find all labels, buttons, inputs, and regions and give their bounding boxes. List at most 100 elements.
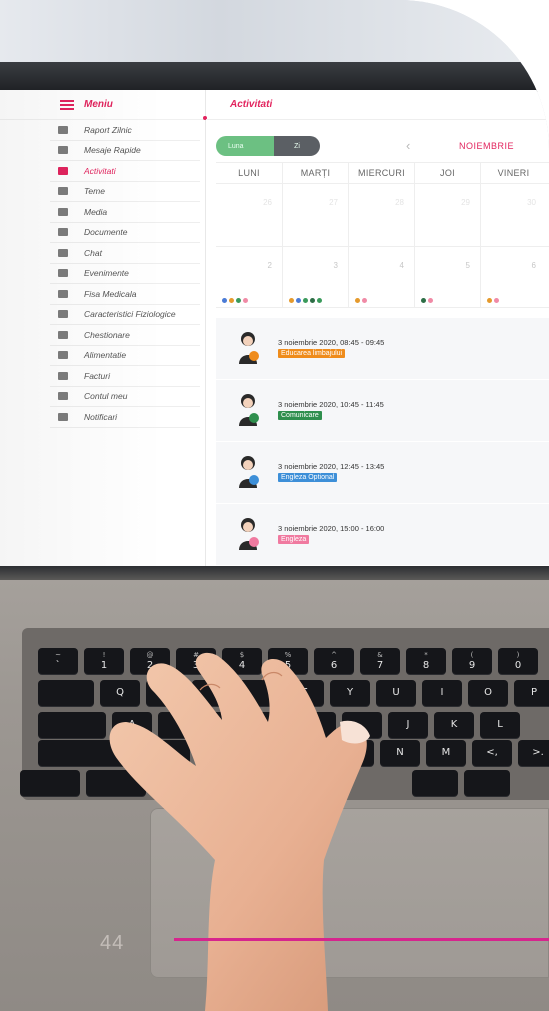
sidebar-item[interactable]: Chestionare (50, 325, 200, 346)
sidebar-item-label: Alimentatie (84, 350, 127, 361)
sidebar-item[interactable]: Contul meu (50, 387, 200, 407)
keyboard-key[interactable] (86, 770, 146, 796)
prev-month-icon[interactable]: ‹ (406, 138, 410, 153)
keyboard-key[interactable]: & 7 (360, 648, 400, 674)
sidebar-item[interactable]: Chat (50, 243, 200, 264)
sidebar-item[interactable]: Facturi (50, 366, 200, 387)
event-time: 3 noiembrie 2020, 15:00 - 16:00 (278, 524, 385, 533)
keyboard-key[interactable]: A (112, 712, 152, 738)
toggle-month[interactable]: Luna (216, 136, 274, 156)
keyboard-key[interactable] (146, 680, 186, 706)
hamburger-icon[interactable] (60, 100, 74, 110)
keyboard-key[interactable]: Y (330, 680, 370, 706)
calendar-day[interactable]: 2 (216, 247, 282, 307)
event-item[interactable]: 3 noiembrie 2020, 12:45 - 13:45 Engleza O… (216, 442, 549, 504)
laptop-screen: Meniu Raport Zilnic Mesaje Rapide Activita… (0, 90, 549, 568)
keyboard-key[interactable]: % 5 (268, 648, 308, 674)
calendar-day[interactable]: 30 (480, 184, 546, 246)
event-item[interactable]: 3 noiembrie 2020, 08:45 - 09:45 Educarea … (216, 318, 549, 380)
keyboard-key[interactable]: K (434, 712, 474, 738)
page-number: 44 (100, 932, 125, 954)
keyboard-key[interactable]: ^ 6 (314, 648, 354, 674)
sidebar-item[interactable]: Notificari (50, 407, 200, 428)
keyboard-key[interactable] (242, 740, 282, 766)
event-dots (421, 298, 435, 303)
event-item[interactable]: 3 noiembrie 2020, 15:00 - 16:00 Engleza (216, 504, 549, 566)
keyboard-key[interactable] (334, 740, 374, 766)
sidebar-item[interactable]: Mesaje Rapide (50, 141, 200, 161)
keyboard-key[interactable] (38, 680, 94, 706)
keyboard-key[interactable] (196, 740, 236, 766)
calendar-day[interactable]: 5 (414, 247, 480, 307)
event-tag: Comunicare (278, 411, 322, 420)
sidebar-item[interactable]: Activitati (50, 161, 200, 182)
day-number: 2 (267, 261, 272, 270)
keyboard-key[interactable] (192, 680, 232, 706)
sidebar-item[interactable]: Raport Zilnic (50, 120, 200, 141)
keyboard-key[interactable]: G (296, 712, 336, 738)
keyboard-key[interactable]: Q (100, 680, 140, 706)
keyboard-key[interactable] (288, 740, 328, 766)
keyboard-key[interactable]: L (480, 712, 520, 738)
child-speech-icon (239, 332, 259, 364)
sidebar-item[interactable]: Documente (50, 223, 200, 243)
keyboard-key[interactable]: ) 0 (498, 648, 538, 674)
view-toggle[interactable]: Luna Zi (216, 136, 320, 156)
event-dot (296, 298, 301, 303)
keyboard-key[interactable] (158, 712, 198, 738)
keyboard-key[interactable]: M (426, 740, 466, 766)
event-item[interactable]: 3 noiembrie 2020, 10:45 - 11:45 Comunicar… (216, 380, 549, 442)
keyboard-key[interactable]: #3 (176, 648, 216, 674)
calendar-day[interactable]: 27 (282, 184, 348, 246)
keyboard-key[interactable]: $4 (222, 648, 262, 674)
sidebar-item-label: Fisa Medicala (84, 288, 137, 299)
food-icon (56, 350, 70, 360)
keyboard-key[interactable]: @2 (130, 648, 170, 674)
keyboard-key[interactable]: U (376, 680, 416, 706)
keyboard-key[interactable] (412, 770, 458, 796)
toggle-day[interactable]: Zi (274, 136, 320, 156)
keyboard-key[interactable]: N (380, 740, 420, 766)
keyboard-key[interactable]: >. (518, 740, 549, 766)
sidebar-item[interactable]: Fisa Medicala (50, 284, 200, 305)
keyboard-key[interactable]: P (514, 680, 549, 706)
keyboard-key[interactable] (342, 712, 382, 738)
calendar-day[interactable]: 4 (348, 247, 414, 307)
keyboard-key[interactable] (250, 712, 290, 738)
sidebar-item[interactable]: Media (50, 202, 200, 223)
keyboard-key[interactable]: O (468, 680, 508, 706)
keyboard-key[interactable]: T (284, 680, 324, 706)
sidebar-item[interactable]: Caracteristici Fiziologice (50, 305, 200, 325)
calendar-day[interactable]: 3 (282, 247, 348, 307)
sidebar-item[interactable]: Alimentatie (50, 346, 200, 366)
trackpad[interactable] (150, 808, 549, 978)
keyboard-key[interactable]: ! 1 (84, 648, 124, 674)
keyboard-key[interactable] (238, 680, 278, 706)
keyboard-key[interactable]: I (422, 680, 462, 706)
keyboard-key[interactable]: * 8 (406, 648, 446, 674)
keyboard-key[interactable] (38, 712, 106, 738)
calendar-day[interactable]: 6 (480, 247, 546, 307)
calendar-day[interactable]: 29 (414, 184, 480, 246)
sidebar-item-label: Chat (84, 247, 102, 258)
event-tag: Educarea limbajului (278, 349, 346, 358)
calendar-day[interactable]: 26 (216, 184, 282, 246)
event-dot (421, 298, 426, 303)
keyboard-key[interactable]: (9 (452, 648, 492, 674)
event-dot (289, 298, 294, 303)
sidebar-item[interactable]: Evenimente (50, 264, 200, 284)
keyboard-key[interactable]: J (388, 712, 428, 738)
keyboard-key[interactable] (38, 740, 144, 766)
user-icon (56, 391, 70, 401)
medical-plus-icon (56, 289, 70, 299)
keyboard-key[interactable] (464, 770, 510, 796)
keyboard-key[interactable] (150, 740, 190, 766)
event-dots (355, 298, 369, 303)
sidebar-item[interactable]: Teme (50, 182, 200, 202)
keyboard-key[interactable] (204, 712, 244, 738)
sidebar-header[interactable]: Meniu (0, 90, 206, 120)
keyboard-key[interactable] (20, 770, 80, 796)
calendar-day[interactable]: 28 (348, 184, 414, 246)
keyboard-key[interactable]: <, (472, 740, 512, 766)
keyboard-key[interactable]: ~ ` (38, 648, 78, 674)
